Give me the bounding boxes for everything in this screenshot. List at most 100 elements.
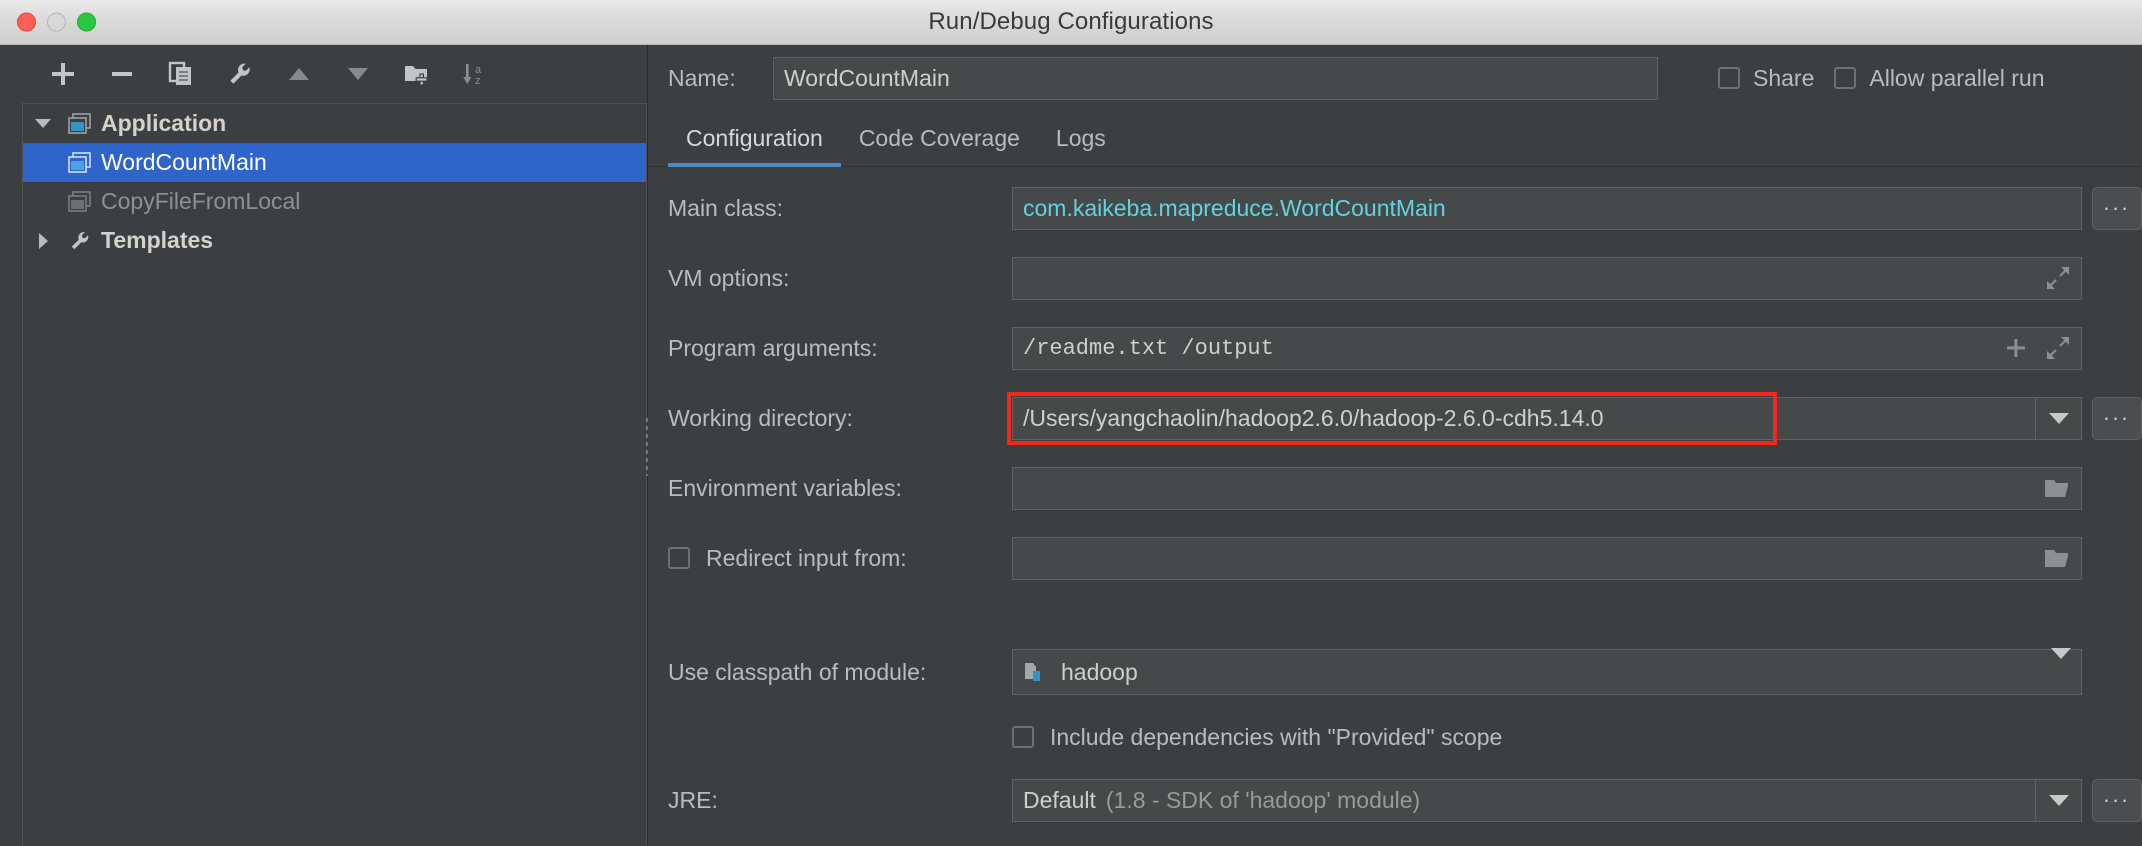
chevron-down-icon — [2048, 412, 2069, 424]
working-directory-row: Working directory: /Users/yangchaolin/ha… — [648, 391, 2142, 445]
tab-code-coverage[interactable]: Code Coverage — [841, 125, 1038, 166]
redirect-input-from-label: Redirect input from: — [706, 544, 907, 571]
folder-icon — [2045, 480, 2068, 497]
close-window-button[interactable] — [17, 12, 36, 32]
redirect-input-from-row: Redirect input from: — [648, 533, 2142, 583]
module-icon — [1023, 660, 1049, 684]
main-class-browse-button[interactable]: ... — [2092, 186, 2142, 230]
share-checkbox-row[interactable]: Share — [1718, 65, 1814, 92]
vm-options-input[interactable] — [1012, 256, 2082, 300]
program-arguments-value: /readme.txt /output — [1023, 335, 1274, 361]
jre-dropdown-button[interactable] — [2036, 778, 2082, 822]
environment-variables-browse-button[interactable] — [2033, 476, 2071, 500]
use-classpath-of-module-select[interactable]: hadoop — [1012, 647, 2082, 695]
arrow-down-icon[interactable] — [341, 57, 375, 91]
working-directory-dropdown-button[interactable] — [2036, 396, 2082, 440]
wrench-icon — [63, 230, 97, 252]
allow-parallel-run-label: Allow parallel run — [1869, 64, 2045, 91]
allow-parallel-run-checkbox-row[interactable]: Allow parallel run — [1834, 64, 2045, 92]
tree-item-wordcountmain[interactable]: WordCountMain — [23, 143, 646, 182]
tree-item-label: CopyFileFromLocal — [101, 188, 301, 214]
jre-row: JRE: Default (1.8 - SDK of 'hadoop' modu… — [648, 775, 2142, 825]
jre-value-detail: (1.8 - SDK of 'hadoop' module) — [1105, 786, 1421, 813]
tab-logs[interactable]: Logs — [1038, 125, 1124, 166]
redirect-input-from-checkbox[interactable] — [668, 547, 690, 569]
name-input-value: WordCountMain — [784, 64, 950, 91]
jre-value-main: Default — [1023, 786, 1096, 813]
maximize-window-button[interactable] — [77, 12, 96, 32]
tab-configuration[interactable]: Configuration — [668, 125, 841, 167]
tree-item-templates[interactable]: Templates — [23, 221, 646, 260]
plus-icon — [2007, 339, 2025, 357]
share-options: Share Allow parallel run — [1718, 65, 2045, 92]
tree-item-application[interactable]: Application — [23, 104, 646, 143]
redirect-input-from-input[interactable] — [1012, 536, 2082, 580]
sidebar-toolbar: a z — [0, 45, 647, 103]
wrench-icon[interactable] — [223, 57, 257, 91]
configurations-sidebar: a z Application WordCountMain CopyFileFr… — [0, 45, 649, 846]
svg-text:z: z — [475, 75, 481, 87]
use-classpath-of-module-value: hadoop — [1061, 658, 1138, 685]
configuration-form: Main class: com.kaikeba.mapreduce.WordCo… — [648, 167, 2142, 846]
share-checkbox[interactable] — [1718, 67, 1740, 89]
insert-macro-button[interactable] — [2003, 335, 2029, 361]
use-classpath-of-module-row: Use classpath of module: hadoop — [648, 647, 2142, 697]
environment-variables-row: Environment variables: — [648, 463, 2142, 513]
folder-icon — [2045, 550, 2068, 567]
include-provided-scope-checkbox[interactable] — [1012, 726, 1034, 748]
chevron-down-icon[interactable] — [23, 119, 63, 128]
main-class-label: Main class: — [668, 194, 784, 221]
arrow-up-icon[interactable] — [282, 57, 316, 91]
chevron-down-icon — [2048, 794, 2069, 806]
remove-button[interactable] — [105, 57, 139, 91]
minimize-window-button[interactable] — [47, 12, 66, 32]
editor-tabs: Configuration Code Coverage Logs — [648, 111, 2142, 167]
jre-label: JRE: — [668, 786, 718, 813]
chevron-right-icon[interactable] — [23, 232, 63, 249]
application-icon — [63, 112, 97, 135]
use-classpath-of-module-label: Use classpath of module: — [668, 658, 927, 685]
configuration-editor-panel: Name: WordCountMain Share Allow parallel… — [648, 45, 2142, 846]
tree-item-copyfilefromlocal[interactable]: CopyFileFromLocal — [23, 182, 646, 221]
window-body: a z Application WordCountMain CopyFileFr… — [0, 45, 2142, 846]
allow-parallel-run-checkbox[interactable] — [1834, 67, 1857, 89]
tree-item-label: Templates — [101, 227, 214, 253]
run-debug-configurations-window: Run/Debug Configurations a z Application… — [0, 0, 2142, 846]
working-directory-label: Working directory: — [668, 404, 853, 431]
working-directory-browse-button[interactable]: ... — [2092, 396, 2142, 440]
vm-options-row: VM options: — [648, 253, 2142, 303]
jre-select[interactable]: Default (1.8 - SDK of 'hadoop' module) — [1012, 778, 2036, 822]
name-input[interactable]: WordCountMain — [773, 56, 1658, 100]
sort-az-icon[interactable]: a z — [459, 57, 493, 91]
vm-options-expand-button[interactable] — [2035, 265, 2071, 291]
panel-splitter[interactable] — [639, 45, 655, 846]
environment-variables-input[interactable] — [1012, 466, 2082, 510]
program-arguments-expand-button[interactable] — [2045, 335, 2071, 361]
tree-item-label: Application — [101, 110, 227, 136]
program-arguments-actions — [1993, 335, 2071, 361]
application-icon — [63, 151, 97, 174]
window-titlebar: Run/Debug Configurations — [0, 0, 2142, 45]
redirect-input-from-label-group[interactable]: Redirect input from: — [668, 545, 1012, 572]
program-arguments-label: Program arguments: — [668, 334, 878, 361]
program-arguments-input[interactable]: /readme.txt /output — [1012, 326, 2082, 370]
include-provided-scope-row[interactable]: Include dependencies with "Provided" sco… — [648, 717, 2142, 757]
traffic-light-buttons — [17, 12, 96, 32]
expand-icon — [2047, 267, 2069, 289]
configurations-tree[interactable]: Application WordCountMain CopyFileFromLo… — [22, 103, 647, 846]
working-directory-value: /Users/yangchaolin/hadoop2.6.0/hadoop-2.… — [1023, 404, 1604, 431]
environment-variables-label: Environment variables: — [668, 474, 902, 501]
working-directory-input[interactable]: /Users/yangchaolin/hadoop2.6.0/hadoop-2.… — [1012, 396, 2036, 440]
tree-item-label: WordCountMain — [101, 149, 267, 175]
application-icon — [63, 190, 97, 213]
add-button[interactable] — [46, 57, 80, 91]
program-arguments-row: Program arguments: /readme.txt /output — [648, 323, 2142, 373]
main-class-row: Main class: com.kaikeba.mapreduce.WordCo… — [648, 183, 2142, 233]
folder-add-icon[interactable] — [400, 57, 434, 91]
jre-browse-button[interactable]: ... — [2092, 778, 2142, 822]
copy-icon[interactable] — [164, 57, 198, 91]
redirect-input-from-browse-button[interactable] — [2033, 546, 2071, 570]
window-title: Run/Debug Configurations — [928, 8, 1214, 35]
chevron-down-icon[interactable] — [2041, 647, 2071, 686]
main-class-input[interactable]: com.kaikeba.mapreduce.WordCountMain — [1012, 186, 2082, 230]
